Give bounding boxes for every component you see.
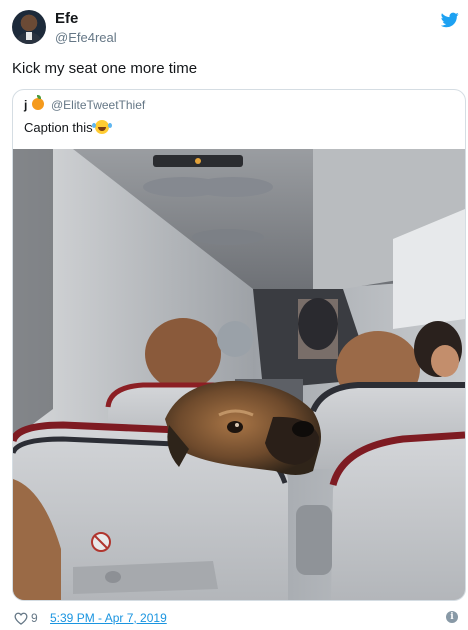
tweet-timestamp-link[interactable]: 5:39 PM - Apr 7, 2019 bbox=[50, 611, 167, 625]
quoted-author-handle[interactable]: @EliteTweetThief bbox=[51, 98, 145, 112]
tweet-text: Kick my seat one more time bbox=[12, 60, 198, 77]
quoted-author-name[interactable]: j bbox=[24, 98, 27, 112]
orange-emoji-icon bbox=[32, 95, 44, 110]
author-name[interactable]: Efe bbox=[55, 10, 78, 27]
tears-of-joy-emoji-icon bbox=[91, 120, 109, 134]
like-count: 9 bbox=[31, 611, 38, 625]
info-icon[interactable]: i bbox=[446, 611, 458, 623]
author-handle[interactable]: @Efe4real bbox=[55, 30, 117, 45]
quoted-text-content: Caption this bbox=[24, 120, 93, 135]
quoted-photo-airplane-dog[interactable] bbox=[13, 149, 465, 600]
twitter-bird-icon[interactable] bbox=[441, 12, 459, 28]
like-heart-icon[interactable] bbox=[14, 612, 28, 625]
quoted-tweet-text: Caption this bbox=[24, 120, 109, 135]
tweet-card: Efe @Efe4real Kick my seat one more time… bbox=[0, 0, 468, 630]
quoted-tweet[interactable]: j @EliteTweetThief Caption this bbox=[12, 89, 466, 601]
avatar[interactable] bbox=[12, 10, 46, 44]
